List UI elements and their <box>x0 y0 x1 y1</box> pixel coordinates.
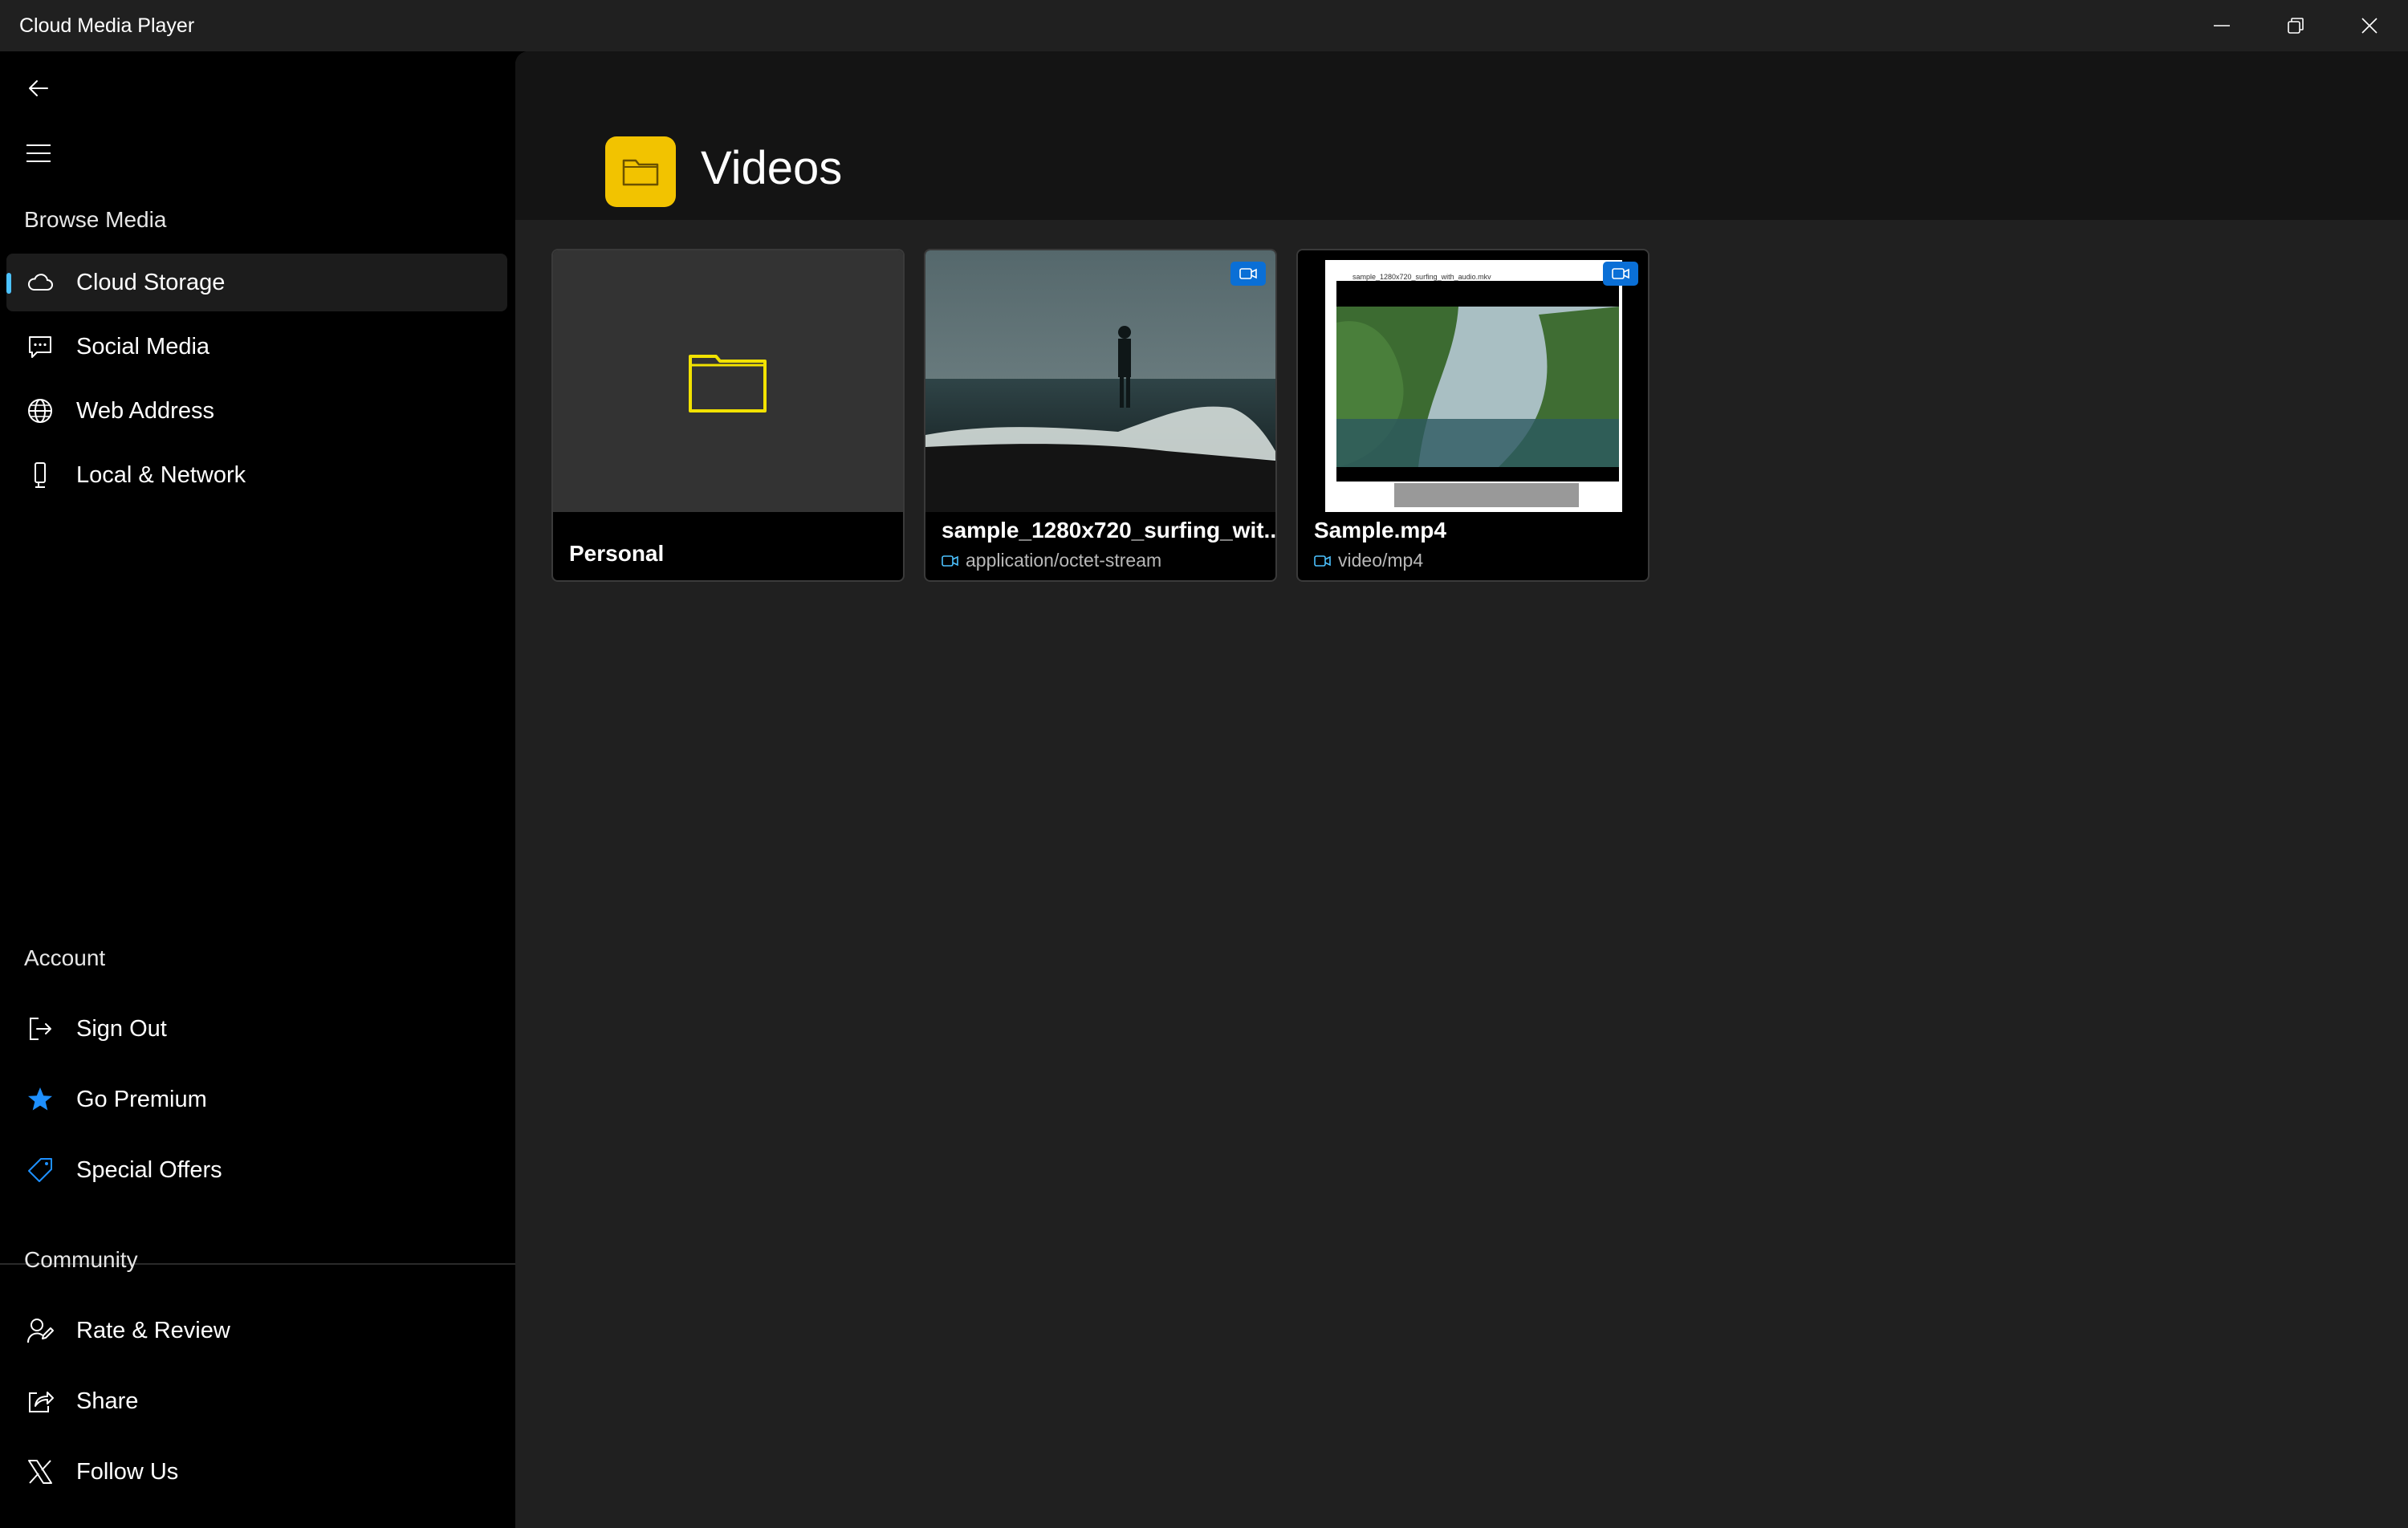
folder-icon <box>689 355 767 412</box>
mime-label: video/mp4 <box>1338 550 1424 571</box>
folder-badge-icon <box>605 136 676 207</box>
page-header: Videos <box>515 51 2408 220</box>
globe-icon <box>24 395 56 427</box>
card-mime: application/octet-stream <box>942 550 1161 571</box>
video-card[interactable]: sample_1280x720_surfing_with_audio.mkv S… <box>1296 249 1649 582</box>
nav-local-network[interactable]: Local & Network <box>6 446 507 504</box>
mime-label: application/octet-stream <box>966 550 1162 571</box>
nav-label: Local & Network <box>76 461 246 488</box>
back-button[interactable] <box>16 66 61 111</box>
nav-label: Sign Out <box>76 1015 167 1042</box>
nav-label: Cloud Storage <box>76 269 226 295</box>
page-title: Videos <box>701 142 843 194</box>
nav-social-media[interactable]: Social Media <box>6 318 507 376</box>
nav-label: Go Premium <box>76 1086 207 1112</box>
app-title: Cloud Media Player <box>19 14 195 37</box>
minimize-button[interactable] <box>2185 0 2259 51</box>
nav-special-offers[interactable]: Special Offers <box>6 1141 507 1199</box>
video-camera-icon <box>1314 555 1331 567</box>
card-mime: video/mp4 <box>1314 550 1423 571</box>
nav-label: Social Media <box>76 333 210 360</box>
menu-button[interactable] <box>16 131 61 176</box>
nav-label: Special Offers <box>76 1156 222 1183</box>
cloud-icon <box>24 266 56 299</box>
phone-icon <box>24 459 56 491</box>
tag-icon <box>24 1154 56 1186</box>
rate-icon <box>24 1315 56 1347</box>
restore-button[interactable] <box>2259 0 2333 51</box>
card-title: sample_1280x720_surfing_wit... <box>942 518 1277 543</box>
minimize-icon <box>2214 25 2230 26</box>
close-icon <box>2361 18 2377 34</box>
nav-label: Share <box>76 1388 139 1414</box>
nav-share[interactable]: Share <box>6 1372 507 1430</box>
sidebar: Browse Media Cloud Storage Social Media … <box>0 51 515 1528</box>
nav-label: Web Address <box>76 397 214 424</box>
nav-follow-us[interactable]: Follow Us <box>6 1443 507 1501</box>
back-arrow-icon <box>29 80 48 96</box>
video-camera-icon <box>942 555 958 567</box>
nav-label: Rate & Review <box>76 1317 230 1343</box>
account-header: Account <box>24 945 106 970</box>
x-logo-icon <box>24 1456 56 1488</box>
card-title: Personal <box>569 541 665 566</box>
close-button[interactable] <box>2333 0 2406 51</box>
folder-card-personal[interactable]: Personal <box>551 249 905 582</box>
video-thumbnail <box>925 250 1275 512</box>
video-card[interactable]: sample_1280x720_surfing_wit... applicati… <box>924 249 1277 582</box>
nav-rate-review[interactable]: Rate & Review <box>6 1302 507 1359</box>
hamburger-icon <box>26 144 51 162</box>
browse-media-header: Browse Media <box>24 207 167 232</box>
title-bar: Cloud Media Player <box>0 0 2408 51</box>
sign-out-icon <box>24 1013 56 1045</box>
video-badge-icon <box>1603 262 1638 286</box>
nav-sign-out[interactable]: Sign Out <box>6 1000 507 1058</box>
video-badge-icon <box>1230 262 1266 286</box>
main-content: Videos Personal sample_1280x720_surfing_… <box>515 51 2408 1528</box>
community-header: Community <box>24 1247 138 1272</box>
nav-go-premium[interactable]: Go Premium <box>6 1071 507 1128</box>
nav-cloud-storage[interactable]: Cloud Storage <box>6 254 507 311</box>
restore-icon <box>2288 18 2304 34</box>
share-icon <box>24 1385 56 1417</box>
selection-indicator <box>6 273 11 294</box>
card-title: Sample.mp4 <box>1314 518 1446 543</box>
chat-icon <box>24 331 56 363</box>
thumb-caption: sample_1280x720_surfing_with_audio.mkv <box>1352 273 1491 281</box>
folder-thumbnail <box>553 250 903 512</box>
nav-label: Follow Us <box>76 1458 179 1485</box>
star-icon <box>24 1083 56 1116</box>
nav-web-address[interactable]: Web Address <box>6 382 507 440</box>
video-thumbnail: sample_1280x720_surfing_with_audio.mkv <box>1298 250 1648 512</box>
